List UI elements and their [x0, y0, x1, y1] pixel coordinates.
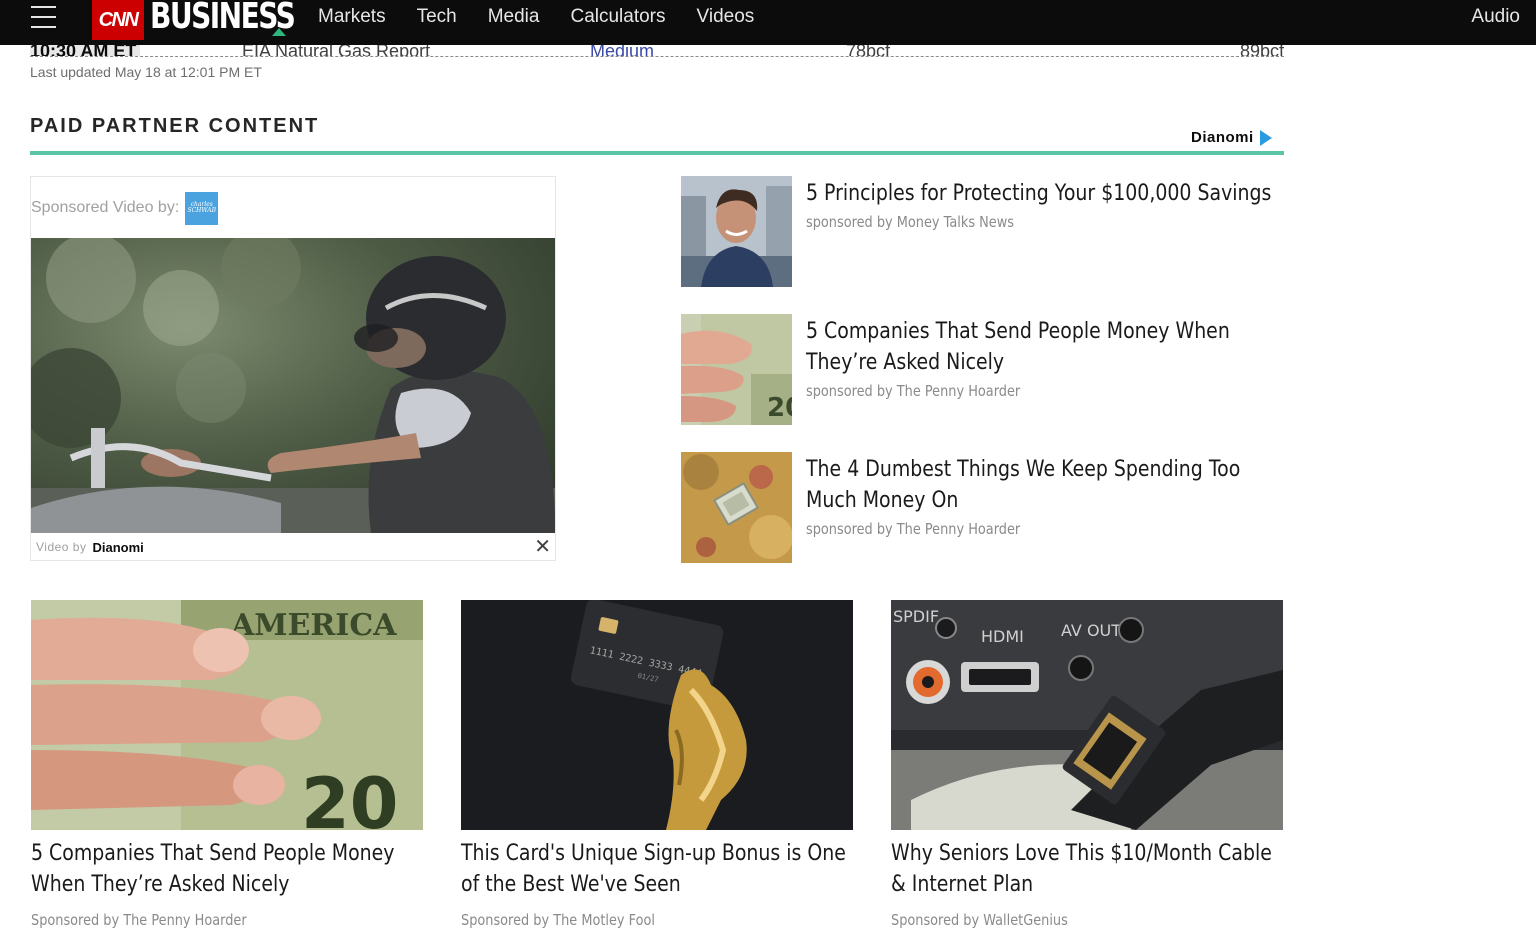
man-portrait-image [681, 176, 792, 287]
nav-audio[interactable]: Audio [1471, 6, 1520, 28]
list-item-text: The 4 Dumbest Things We Keep Spending To… [806, 454, 1276, 539]
svg-text:20: 20 [767, 393, 792, 423]
list-item[interactable]: 20 5 Companies That Send People Money Wh… [681, 314, 1284, 426]
paid-partner-title: PAID PARTNER CONTENT [30, 115, 320, 137]
av-out-label: AV OUT [1061, 621, 1121, 640]
video-sponsored-label: Sponsored Video by: [31, 199, 180, 216]
schwab-logo[interactable]: charles SCHWAB [185, 191, 219, 225]
card-title[interactable]: 5 Companies That Send People Money When … [31, 838, 418, 900]
last-updated: Last updated May 18 at 12:01 PM ET [30, 64, 262, 80]
video-dianomi-logo[interactable]: Dianomi [92, 540, 143, 555]
list-item[interactable]: 5 Principles for Protecting Your $100,00… [681, 176, 1284, 288]
hdmi-label: HDMI [981, 627, 1024, 646]
motorcycle-rider-image [31, 238, 555, 533]
nav-media[interactable]: Media [488, 6, 540, 28]
card[interactable]: 1111 2222 3333 4444 01/27 This Card's Un… [461, 600, 854, 940]
brand-triangle-icon [272, 28, 286, 36]
money-hand-thumbnail[interactable]: 20 [681, 314, 792, 425]
list-item-sponsor: sponsored by The Penny Hoarder [806, 520, 1021, 538]
spdif-label: SPDIF [893, 607, 939, 626]
video-by-label: Video by [36, 540, 87, 554]
list-item-text: 5 Principles for Protecting Your $100,00… [806, 178, 1276, 232]
card-title[interactable]: This Card's Unique Sign-up Bonus is One … [461, 838, 848, 900]
list-item-title[interactable]: The 4 Dumbest Things We Keep Spending To… [806, 454, 1275, 516]
card-image[interactable]: SPDIF HDMI AV OUT [891, 600, 1283, 830]
card-image[interactable]: AMERICA 20 [31, 600, 423, 830]
video-footer: Video by Dianomi ✕ [31, 534, 555, 560]
list-item-title[interactable]: 5 Companies That Send People Money When … [806, 316, 1275, 378]
folded-money-thumbnail[interactable] [681, 452, 792, 563]
card-image[interactable]: 1111 2222 3333 4444 01/27 [461, 600, 853, 830]
list-item-sponsor: sponsored by The Penny Hoarder [806, 382, 1021, 400]
card-title[interactable]: Why Seniors Love This $10/Month Cable & … [891, 838, 1278, 900]
list-item-title[interactable]: 5 Principles for Protecting Your $100,00… [806, 178, 1275, 209]
man-portrait-thumbnail[interactable] [681, 176, 792, 287]
video-player[interactable] [31, 238, 555, 533]
folded-bill-on-ground-image [681, 452, 792, 563]
dianomi-wordmark: Dianomi [1191, 129, 1254, 146]
list-item-text: 5 Companies That Send People Money When … [806, 316, 1276, 401]
sponsored-video: Sponsored Video by: charles SCHWAB Video… [30, 176, 556, 561]
card[interactable]: SPDIF HDMI AV OUT Why Seniors Love This … [891, 600, 1284, 940]
card-sponsor: Sponsored by The Penny Hoarder [31, 911, 247, 929]
nav-videos[interactable]: Videos [697, 6, 755, 28]
top-nav: CNN BUSINESS Markets Tech Media Calculat… [0, 0, 1536, 45]
hdmi-cable-image: SPDIF HDMI AV OUT [891, 600, 1283, 830]
nav-markets[interactable]: Markets [318, 6, 386, 28]
twenty-dollar-bill-image: 20 [681, 314, 792, 425]
menu-icon[interactable] [31, 6, 56, 28]
close-icon[interactable]: ✕ [534, 537, 551, 557]
dianomi-logo[interactable]: Dianomi [1191, 129, 1272, 146]
section-divider [30, 151, 1284, 155]
nav-calculators[interactable]: Calculators [570, 6, 665, 28]
card-sponsor: Sponsored by WalletGenius [891, 911, 1068, 929]
card-sponsor: Sponsored by The Motley Fool [461, 911, 655, 929]
gold-hand-credit-card-image: 1111 2222 3333 4444 01/27 [461, 600, 853, 830]
list-item[interactable]: The 4 Dumbest Things We Keep Spending To… [681, 452, 1284, 564]
card[interactable]: AMERICA 20 5 Companies That Send People … [31, 600, 424, 940]
video-sponsor-row: Sponsored Video by: charles SCHWAB [31, 191, 219, 225]
list-item-sponsor: sponsored by Money Talks News [806, 213, 1015, 231]
cnn-logo: CNN [92, 0, 144, 40]
nav-links: Markets Tech Media Calculators Videos [318, 6, 754, 28]
twenty-dollar-bill-image: AMERICA 20 [31, 600, 423, 830]
bill-value: 20 [301, 763, 398, 830]
nav-tech[interactable]: Tech [417, 6, 457, 28]
cnn-business-logo[interactable]: CNN BUSINESS [92, 0, 335, 40]
bill-label: AMERICA [230, 608, 397, 643]
ad-choices-icon[interactable] [1259, 129, 1272, 146]
